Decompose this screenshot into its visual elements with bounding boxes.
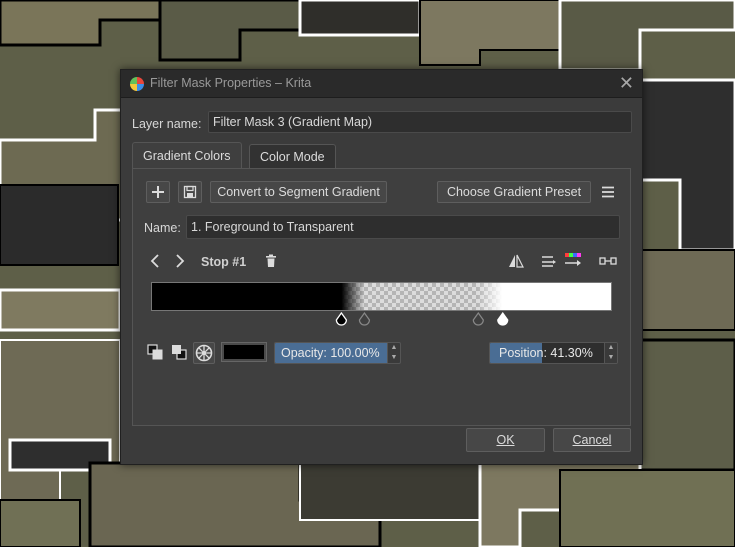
opacity-spinbox[interactable]: Opacity: 100.00% ▲ ▼ (274, 342, 401, 364)
gradient-name-label: Name: (144, 221, 181, 235)
stop-label: Stop #1 (201, 255, 247, 269)
gradient-name-input[interactable]: 1. Foreground to Transparent (186, 215, 620, 239)
foreground-color-icon[interactable] (147, 344, 163, 360)
gradient-rect (152, 283, 611, 310)
opacity-value: Opacity: 100.00% (281, 346, 380, 360)
filter-mask-dialog: Filter Mask Properties – Krita ✕ Layer n… (120, 69, 643, 465)
convert-segment-gradient-button[interactable]: Convert to Segment Gradient (210, 181, 387, 203)
layer-name-input[interactable]: Filter Mask 3 (Gradient Map) (208, 111, 632, 133)
hamburger-menu-icon[interactable] (601, 186, 615, 198)
window-title: Filter Mask Properties – Krita (150, 76, 312, 90)
color-sort-icon[interactable] (564, 252, 582, 268)
gradient-stops-row (335, 312, 509, 326)
cancel-button[interactable]: Cancel (553, 428, 631, 452)
cancel-label: Cancel (572, 433, 612, 447)
save-icon (183, 185, 197, 199)
fit-stops-icon[interactable] (599, 255, 617, 267)
krita-logo-icon (130, 77, 144, 91)
gradient-fill (152, 283, 611, 310)
position-value: Position: 41.30% (499, 346, 593, 360)
gradient-preview-bar[interactable] (151, 282, 612, 311)
gradient-stop-marker[interactable] (472, 312, 484, 326)
position-spinbox[interactable]: Position: 41.30% ▲ ▼ (489, 342, 618, 364)
chevron-right-icon[interactable] (174, 253, 186, 269)
gradient-stop-marker[interactable] (335, 312, 348, 326)
spin-arrows[interactable]: ▲ ▼ (604, 343, 617, 363)
save-gradient-button[interactable] (178, 181, 202, 203)
title-bar: Filter Mask Properties – Krita ✕ (121, 70, 642, 98)
stop-color-swatch[interactable] (221, 342, 267, 362)
gradient-stop-marker[interactable] (358, 312, 371, 326)
tab-label: Gradient Colors (143, 149, 231, 163)
background-color-icon[interactable] (171, 344, 187, 360)
layer-name-label: Layer name: (132, 117, 202, 131)
choose-gradient-preset-button[interactable]: Choose Gradient Preset (437, 181, 591, 203)
tab-color-mode[interactable]: Color Mode (249, 144, 336, 169)
plus-icon (152, 186, 164, 198)
tab-label: Color Mode (260, 150, 325, 164)
ok-button[interactable]: OK (466, 428, 545, 452)
close-icon[interactable]: ✕ (619, 73, 634, 94)
custom-color-wheel-icon (195, 344, 213, 362)
distribute-stops-icon[interactable] (541, 253, 557, 269)
trash-icon[interactable] (265, 254, 277, 268)
ok-label: OK (496, 433, 515, 447)
spin-arrows[interactable]: ▲ ▼ (387, 343, 400, 363)
flip-gradient-icon[interactable] (508, 253, 524, 269)
tab-gradient-colors[interactable]: Gradient Colors (132, 142, 242, 169)
add-gradient-button[interactable] (146, 181, 170, 203)
custom-color-button[interactable] (193, 342, 215, 364)
gradient-stop-marker[interactable] (497, 312, 509, 326)
chevron-left-icon[interactable] (149, 253, 161, 269)
